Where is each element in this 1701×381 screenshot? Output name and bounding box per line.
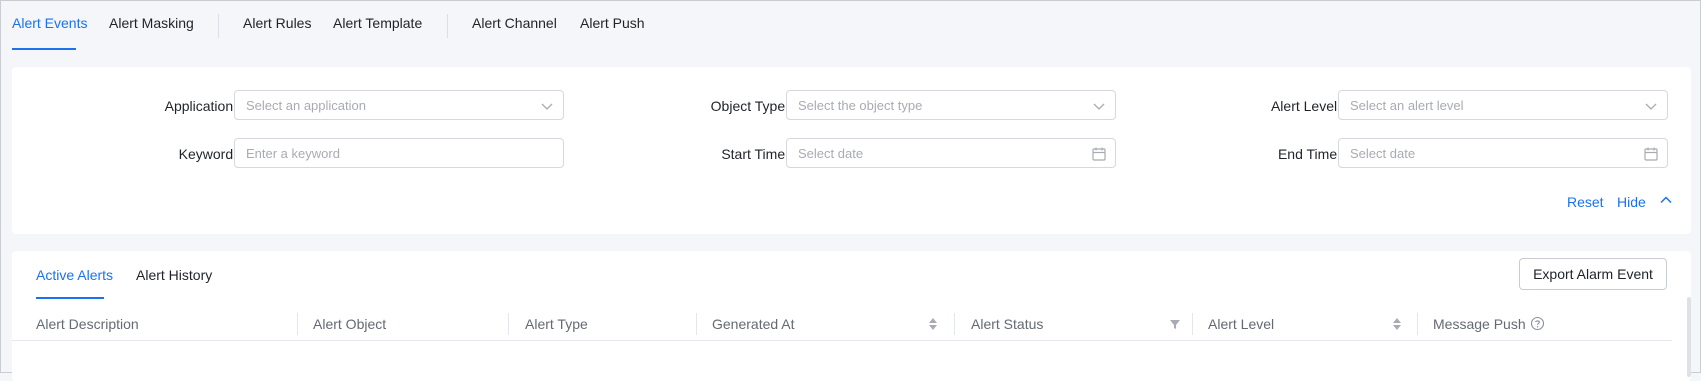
filter-icon[interactable] <box>1169 316 1181 332</box>
tab-alert-rules[interactable]: Alert Rules <box>243 15 311 31</box>
alerts-table-panel: Active Alerts Alert History Export Alarm… <box>12 251 1691 381</box>
end-time-label: End Time: <box>1277 146 1341 162</box>
column-alert-type: Alert Type <box>525 316 588 332</box>
chevron-up-icon[interactable] <box>1659 193 1673 207</box>
column-alert-status: Alert Status <box>971 316 1044 332</box>
column-divider <box>954 313 955 335</box>
filter-panel: Application: Select an application Objec… <box>12 67 1691 234</box>
active-tab-indicator <box>12 48 76 50</box>
sort-icon[interactable] <box>1392 316 1402 332</box>
alert-level-select[interactable]: Select an alert level <box>1338 90 1668 120</box>
column-divider <box>508 313 509 335</box>
chevron-down-icon <box>541 103 553 110</box>
tab-alert-history[interactable]: Alert History <box>136 267 212 283</box>
tab-alert-events[interactable]: Alert Events <box>12 15 87 31</box>
start-time-placeholder: Select date <box>798 146 864 161</box>
active-tab-indicator <box>36 297 104 299</box>
start-time-picker[interactable]: Select date <box>786 138 1116 168</box>
start-time-label: Start Time: <box>721 146 789 162</box>
column-message-push: Message Push <box>1433 316 1526 332</box>
column-alert-description: Alert Description <box>36 316 139 332</box>
export-alarm-event-button[interactable]: Export Alarm Event <box>1519 258 1667 290</box>
chevron-down-icon <box>1093 103 1105 110</box>
calendar-icon <box>1644 147 1658 161</box>
top-nav: Alert Events Alert Masking Alert Rules A… <box>1 1 1700 51</box>
column-divider <box>297 313 298 335</box>
column-alert-object: Alert Object <box>313 316 387 332</box>
tab-alert-masking[interactable]: Alert Masking <box>109 15 194 31</box>
keyword-field[interactable] <box>234 138 564 168</box>
alert-level-placeholder: Select an alert level <box>1350 98 1464 113</box>
object-type-placeholder: Select the object type <box>798 98 923 113</box>
column-divider <box>1417 313 1418 335</box>
application-label: Application: <box>164 98 237 114</box>
keyword-label: Keyword: <box>178 146 237 162</box>
column-divider <box>696 313 697 335</box>
alert-level-label: Alert Level: <box>1270 98 1341 114</box>
tab-alert-template[interactable]: Alert Template <box>333 15 422 31</box>
end-time-placeholder: Select date <box>1350 146 1416 161</box>
sort-icon[interactable] <box>928 316 938 332</box>
help-icon[interactable] <box>1530 316 1545 331</box>
hide-link[interactable]: Hide <box>1617 194 1646 210</box>
tab-alert-channel[interactable]: Alert Channel <box>472 15 557 31</box>
tab-alert-push[interactable]: Alert Push <box>580 15 645 31</box>
tab-divider <box>218 14 219 38</box>
reset-link[interactable]: Reset <box>1567 194 1604 210</box>
table-header: Alert Description Alert Object Alert Typ… <box>12 307 1672 341</box>
column-generated-at: Generated At <box>712 316 795 332</box>
object-type-select[interactable]: Select the object type <box>786 90 1116 120</box>
calendar-icon <box>1092 147 1106 161</box>
end-time-picker[interactable]: Select date <box>1338 138 1668 168</box>
application-select[interactable]: Select an application <box>234 90 564 120</box>
column-alert-level: Alert Level <box>1208 316 1275 332</box>
tab-active-alerts[interactable]: Active Alerts <box>36 267 113 283</box>
application-placeholder: Select an application <box>246 98 366 113</box>
column-divider <box>1192 313 1193 335</box>
keyword-input[interactable] <box>235 139 563 167</box>
tab-divider <box>447 14 448 38</box>
chevron-down-icon <box>1645 103 1657 110</box>
object-type-label: Object Type: <box>710 98 789 114</box>
vertical-scrollbar[interactable] <box>1687 297 1691 377</box>
